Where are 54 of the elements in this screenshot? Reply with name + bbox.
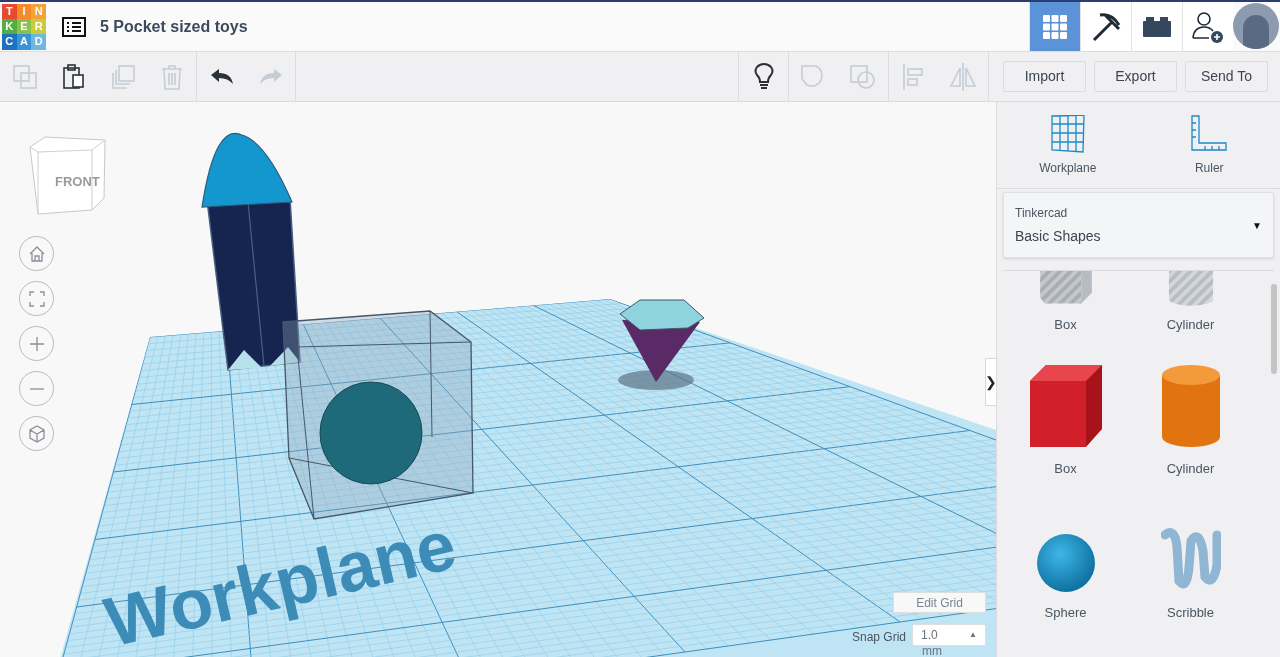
project-title[interactable]: 5 Pocket sized toys: [100, 14, 248, 39]
panel-tool-button[interactable]: Workplane: [997, 102, 1139, 188]
scrollbar[interactable]: [1271, 284, 1277, 374]
minus-icon: [28, 387, 45, 390]
action-button[interactable]: Export: [1094, 61, 1177, 92]
shape-tile[interactable]: Cylinder: [1128, 340, 1253, 484]
view-control-button[interactable]: [19, 371, 54, 406]
view-control-button[interactable]: [19, 281, 54, 316]
edit-grid-button[interactable]: Edit Grid: [893, 592, 986, 613]
header-tab[interactable]: [1131, 2, 1182, 51]
hole-shape-icon: [849, 62, 877, 91]
workplane-icon: [1050, 115, 1085, 153]
plus-icon: [28, 335, 45, 352]
snap-grid-label: Snap Grid: [851, 629, 906, 646]
shape-tile[interactable]: Sphere: [1003, 484, 1128, 628]
grid-icon: [1042, 13, 1068, 40]
header-tab[interactable]: [1080, 2, 1131, 51]
redo-icon: [257, 66, 284, 87]
snap-grid-select[interactable]: 1.0 ▲: [912, 624, 986, 646]
ruler-icon: [1191, 115, 1228, 153]
action-button[interactable]: Send To: [1185, 61, 1268, 92]
align-icon: [901, 62, 926, 91]
fit-view-icon: [28, 290, 45, 307]
view-control-button[interactable]: [19, 326, 54, 361]
trash-icon: [160, 63, 183, 90]
box-icon: [1027, 362, 1104, 449]
shape-tile[interactable]: Cylinder: [1128, 271, 1253, 340]
home-icon: [28, 245, 45, 262]
cube-icon: [27, 424, 46, 443]
shape-tile[interactable]: Box: [1003, 271, 1128, 340]
workplane-label: Workplane: [97, 505, 463, 657]
brick-icon: [1143, 15, 1171, 38]
view-control-button[interactable]: [19, 416, 54, 451]
list-icon[interactable]: [62, 16, 86, 37]
pickaxe-icon: [1090, 10, 1122, 43]
header-tab[interactable]: [1182, 2, 1233, 51]
library-select[interactable]: Tinkercad Basic Shapes ▼: [1003, 192, 1274, 258]
sphere-icon: [1035, 532, 1096, 593]
logo[interactable]: T I N K E R C A D: [2, 3, 46, 50]
duplicate-icon: [109, 63, 136, 90]
copy-icon: [11, 63, 38, 90]
shape-tile[interactable]: Scribble: [1128, 484, 1253, 628]
panel-tool-button[interactable]: Ruler: [1138, 102, 1280, 188]
mirror-icon: [948, 61, 978, 92]
shape-tile[interactable]: Box: [1003, 340, 1128, 484]
cylinder-icon: [1159, 362, 1222, 449]
panel-toggle[interactable]: ❯: [985, 358, 996, 406]
action-button[interactable]: Import: [1003, 61, 1086, 92]
clipboard-icon: [61, 63, 86, 90]
view-control-button[interactable]: [19, 236, 54, 271]
avatar[interactable]: [1233, 3, 1279, 49]
snap-grid-unit: mm: [922, 646, 942, 657]
add-user-icon: [1191, 9, 1225, 44]
lightbulb-icon: [752, 62, 775, 91]
